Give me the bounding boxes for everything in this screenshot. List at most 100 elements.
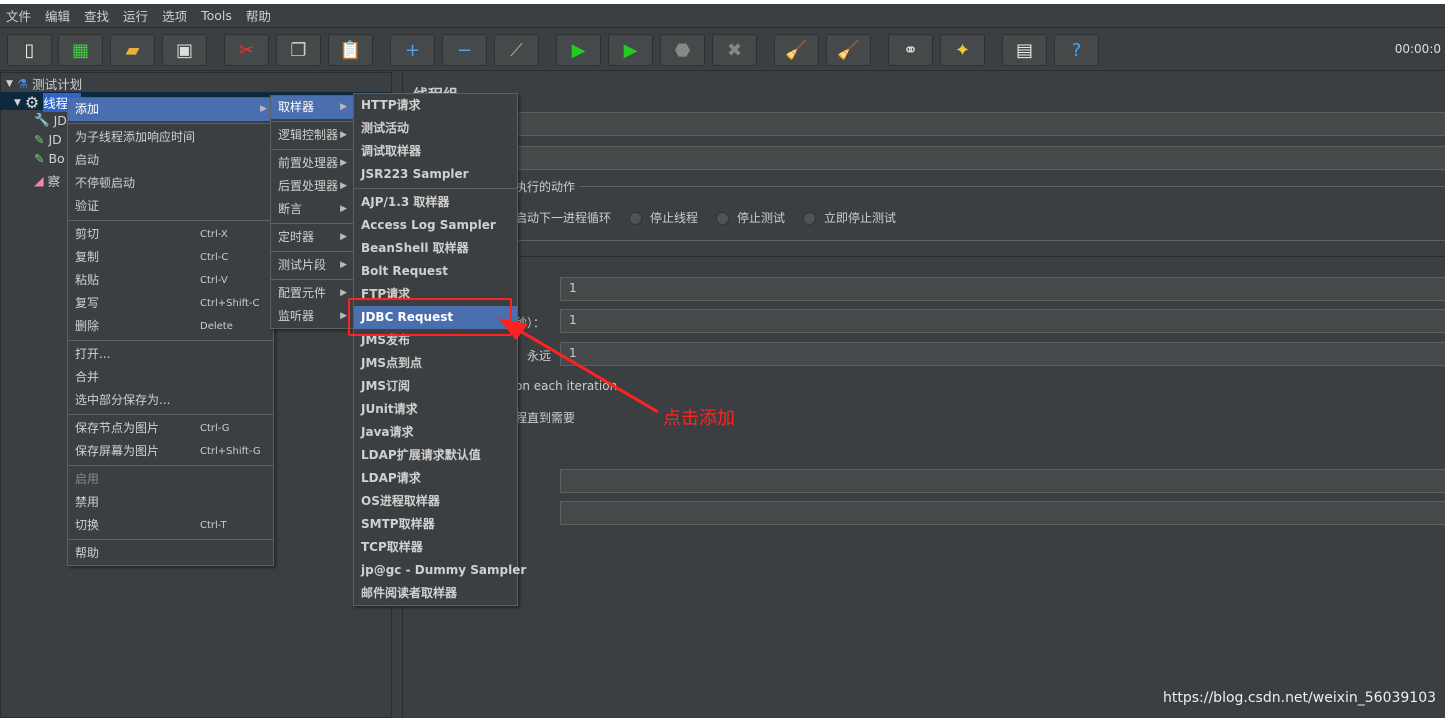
tree-node-child[interactable]: ✎ Bo — [34, 151, 65, 166]
menu-separator — [68, 123, 273, 124]
function-helper-button[interactable]: ▤ — [1002, 34, 1047, 66]
radio-label[interactable]: 停止测试 — [737, 211, 785, 225]
stop-button[interactable]: ⬣ — [660, 34, 705, 66]
menu-item[interactable]: Access Log Sampler — [354, 214, 517, 237]
threads-field[interactable]: 1 — [560, 277, 1445, 301]
menu-item[interactable]: 逻辑控制器 ▶ — [271, 124, 353, 147]
search-button[interactable]: ⚭ — [888, 34, 933, 66]
menu-item[interactable]: 粘贴 Ctrl-V — [68, 269, 273, 292]
collapse-button[interactable]: − — [442, 34, 487, 66]
menu-item[interactable]: 复制 Ctrl-C — [68, 246, 273, 269]
menu-item[interactable]: HTTP请求 — [354, 94, 517, 117]
menu-item[interactable]: Java请求 — [354, 421, 517, 444]
menu-item[interactable]: 保存节点为图片 Ctrl-G — [68, 417, 273, 440]
shutdown-button[interactable]: ✖ — [712, 34, 757, 66]
menu-item[interactable]: 定时器 ▶ — [271, 226, 353, 249]
menu-item-label: JSR223 Sampler — [361, 167, 469, 181]
menu-item[interactable]: 选中部分保存为... — [68, 389, 273, 412]
menu-0[interactable]: 文件 — [6, 6, 31, 25]
menu-item-label: 配置元件 — [278, 286, 327, 300]
help-icon: ? — [1071, 39, 1082, 61]
menu-item[interactable]: OS进程取样器 — [354, 490, 517, 513]
menu-item[interactable]: 删除 Delete — [68, 315, 273, 338]
menu-item[interactable]: 切换 Ctrl-T — [68, 514, 273, 537]
menu-item[interactable]: 启用 — [68, 468, 273, 491]
cut-button[interactable]: ✂ — [224, 34, 269, 66]
new-button[interactable]: ▯ — [7, 34, 52, 66]
menu-item[interactable]: 前置处理器 ▶ — [271, 152, 353, 175]
radio-label[interactable]: 停止线程 — [650, 211, 698, 225]
open-button[interactable]: ▰ — [110, 34, 155, 66]
menu-2[interactable]: 查找 — [84, 6, 109, 25]
expand-icon[interactable]: ▼ — [14, 98, 21, 108]
menu-item[interactable]: 复写 Ctrl+Shift-C — [68, 292, 273, 315]
expand-icon[interactable]: ▼ — [6, 79, 13, 89]
menu-item[interactable]: 断言 ▶ — [271, 198, 353, 221]
menu-item[interactable]: LDAP扩展请求默认值 — [354, 444, 517, 467]
menu-3[interactable]: 运行 — [123, 6, 148, 25]
templates-button[interactable]: ▦ — [58, 34, 103, 66]
menu-item-label: 逻辑控制器 — [278, 128, 339, 142]
tree-node-child[interactable]: 🔧 JD — [34, 112, 67, 128]
startup-delay-field[interactable] — [560, 501, 1445, 525]
menu-item[interactable]: 取样器 ▶ — [271, 96, 353, 119]
tree-node-child[interactable]: ◢ 察 — [34, 171, 60, 190]
menu-item[interactable]: AJP/1.3 取样器 — [354, 191, 517, 214]
menu-item[interactable]: 添加 ▶ — [68, 98, 273, 121]
menu-item[interactable]: 监听器 ▶ — [271, 305, 353, 328]
help-button[interactable]: ? — [1054, 34, 1099, 66]
radio-button[interactable] — [716, 212, 730, 225]
menu-item[interactable]: jp@gc - Dummy Sampler — [354, 559, 526, 582]
menu-6[interactable]: 帮助 — [246, 6, 271, 25]
menu-item[interactable]: 打开... — [68, 343, 273, 366]
menu-item[interactable]: JSR223 Sampler — [354, 163, 517, 186]
radio-label[interactable]: 立即停止测试 — [824, 211, 896, 225]
menu-item[interactable]: 验证 — [68, 195, 273, 218]
menu-item[interactable]: 为子线程添加响应时间 — [68, 126, 273, 149]
menu-item[interactable]: 保存屏幕为图片 Ctrl+Shift-G — [68, 440, 273, 463]
menu-item[interactable]: 剪切 Ctrl-X — [68, 223, 273, 246]
menu-item[interactable]: 合并 — [68, 366, 273, 389]
menu-item[interactable]: 配置元件 ▶ — [271, 282, 353, 305]
paste-button[interactable]: 📋 — [328, 34, 373, 66]
expand-button[interactable]: + — [390, 34, 435, 66]
menu-item[interactable]: 启动 — [68, 149, 273, 172]
menu-item[interactable]: SMTP取样器 — [354, 513, 517, 536]
duration-field[interactable] — [560, 469, 1445, 493]
reset-search-button[interactable]: ✦ — [940, 34, 985, 66]
tree-node-test-plan[interactable]: ▼ ⚗ 测试计划 — [6, 74, 82, 93]
toggle-button[interactable]: ⟋ — [494, 34, 539, 66]
tree-node-child[interactable]: ✎ JD — [34, 132, 62, 147]
radio-button[interactable] — [803, 212, 817, 225]
comments-field[interactable] — [403, 146, 1445, 170]
start-no-pause-button[interactable]: ▶ — [608, 34, 653, 66]
menu-item[interactable]: LDAP请求 — [354, 467, 517, 490]
menu-5[interactable]: Tools — [201, 8, 232, 23]
clear-all-button[interactable]: 🧹 — [826, 34, 871, 66]
menu-item[interactable]: TCP取样器 — [354, 536, 517, 559]
clear-button[interactable]: 🧹 — [774, 34, 819, 66]
radio-label[interactable]: 启动下一进程循环 — [515, 211, 611, 225]
menu-item[interactable]: BeanShell 取样器 — [354, 237, 517, 260]
menu-item[interactable]: 禁用 — [68, 491, 273, 514]
menu-1[interactable]: 编辑 — [45, 6, 70, 25]
menu-item-label: 启用 — [75, 472, 100, 486]
save-button[interactable]: ▣ — [162, 34, 207, 66]
menu-item-label: 合并 — [75, 370, 100, 384]
menu-item[interactable]: Bolt Request — [354, 260, 517, 283]
ramp-field[interactable]: 1 — [560, 309, 1445, 333]
loop-field[interactable]: 1 — [560, 342, 1445, 366]
start-button[interactable]: ▶ — [556, 34, 601, 66]
menu-item[interactable]: 后置处理器 ▶ — [271, 175, 353, 198]
menu-item[interactable]: 不停顿启动 — [68, 172, 273, 195]
menu-item[interactable]: 邮件阅读者取样器 — [354, 582, 517, 605]
menu-item[interactable]: 帮助 — [68, 542, 273, 565]
add-submenu: 取样器 ▶ 逻辑控制器 ▶ 前置处理器 ▶ 后置处理器 ▶ 断言 ▶ 定时器 ▶ 测试片段 ▶ 配置元件 ▶ 监… — [270, 95, 354, 329]
menu-item[interactable]: 测试片段 ▶ — [271, 254, 353, 277]
menu-item[interactable]: 调试取样器 — [354, 140, 517, 163]
menu-4[interactable]: 选项 — [162, 6, 187, 25]
name-field[interactable] — [403, 112, 1445, 136]
menu-item[interactable]: 测试活动 — [354, 117, 517, 140]
copy-button[interactable]: ❐ — [276, 34, 321, 66]
radio-button[interactable] — [629, 212, 643, 225]
